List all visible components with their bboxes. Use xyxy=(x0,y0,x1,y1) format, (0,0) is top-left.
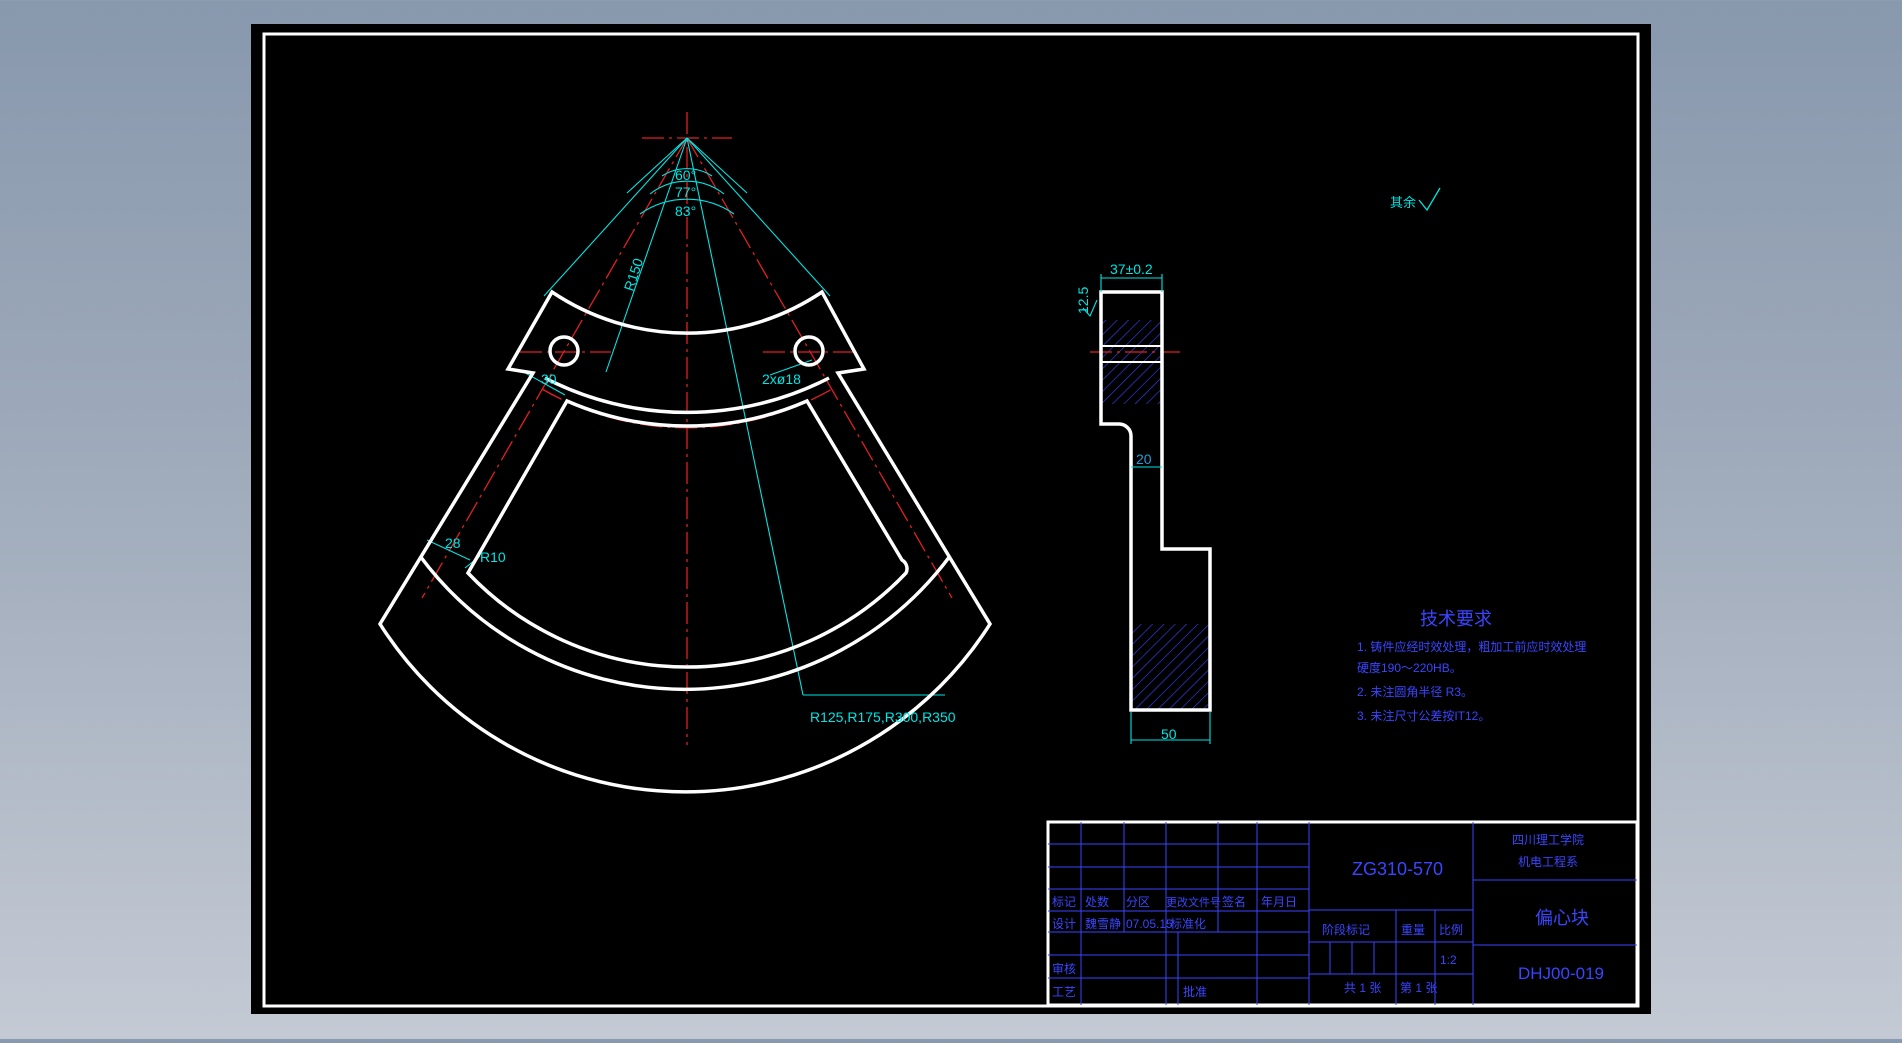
cad-drawing-window: 60° 77° 83° R150 2xø18 30 28 R10 R125,R1… xyxy=(0,0,1902,1039)
tb-process-label: 工艺 xyxy=(1052,985,1076,999)
width-30-label: 30 xyxy=(541,371,557,387)
tech-req-line-2: 硬度190～220HB。 xyxy=(1357,660,1462,675)
side-width-37-label: 37±0.2 xyxy=(1110,261,1153,277)
hole-diameter-label: 2xø18 xyxy=(762,371,801,387)
roughness-note-label: 其余 xyxy=(1390,195,1416,210)
tb-design-date: 07.05.15 xyxy=(1126,917,1173,931)
tb-change-doc-label: 更改文件号 xyxy=(1166,895,1221,909)
tb-designer: 魏雪静 xyxy=(1085,916,1121,931)
side-width-20-label: 20 xyxy=(1136,451,1152,467)
angle-60-label: 60° xyxy=(675,167,696,183)
tech-req-title: 技术要求 xyxy=(1420,609,1492,629)
angle-83-label: 83° xyxy=(675,203,696,219)
tech-req-line-4: 3. 未注尺寸公差按IT12。 xyxy=(1357,708,1490,723)
tb-scale-label: 比例 xyxy=(1439,923,1463,937)
tb-drawing-number: DHJ00-019 xyxy=(1518,964,1604,983)
tb-scale-value: 1:2 xyxy=(1440,953,1457,967)
tb-total-sheets: 共 1 张 xyxy=(1344,981,1381,995)
side-width-50-label: 50 xyxy=(1161,726,1177,742)
tb-mark-label: 标记 xyxy=(1052,895,1076,909)
side-section-hatch-bottom xyxy=(1131,624,1209,710)
tb-school-line-2: 机电工程系 xyxy=(1518,854,1578,869)
drawing-svg: 60° 77° 83° R150 2xø18 30 28 R10 R125,R1… xyxy=(251,24,1651,1014)
tb-sign-label: 签名 xyxy=(1222,894,1246,909)
tb-school-line-1: 四川理工学院 xyxy=(1512,832,1584,847)
tb-zone-label: 分区 xyxy=(1126,895,1150,909)
tb-design-label: 设计 xyxy=(1052,917,1076,931)
tb-stage-label: 阶段标记 xyxy=(1322,922,1370,937)
tb-sheet-no: 第 1 张 xyxy=(1400,981,1437,995)
width-28-label: 28 xyxy=(445,535,461,551)
tb-standardize-label: 标准化 xyxy=(1170,917,1206,931)
tb-material: ZG310-570 xyxy=(1352,859,1443,879)
roughness-12-5-label: 12.5 xyxy=(1075,287,1091,314)
tb-count-label: 处数 xyxy=(1085,894,1109,909)
angle-77-label: 77° xyxy=(675,184,696,200)
tb-date-label: 年月日 xyxy=(1261,895,1297,909)
tech-req-line-1: 1. 铸件应经时效处理，粗加工前应时效处理 xyxy=(1357,639,1586,654)
tb-part-name: 偏心块 xyxy=(1535,908,1589,928)
tb-weight-label: 重量 xyxy=(1401,923,1425,937)
radii-list-label: R125,R175,R300,R350 xyxy=(810,709,956,725)
fillet-r10-label: R10 xyxy=(480,549,506,565)
tb-review-label: 审核 xyxy=(1052,961,1076,976)
tb-approve-label: 批准 xyxy=(1183,984,1207,999)
tech-req-line-3: 2. 未注圆角半径 R3。 xyxy=(1357,684,1473,699)
